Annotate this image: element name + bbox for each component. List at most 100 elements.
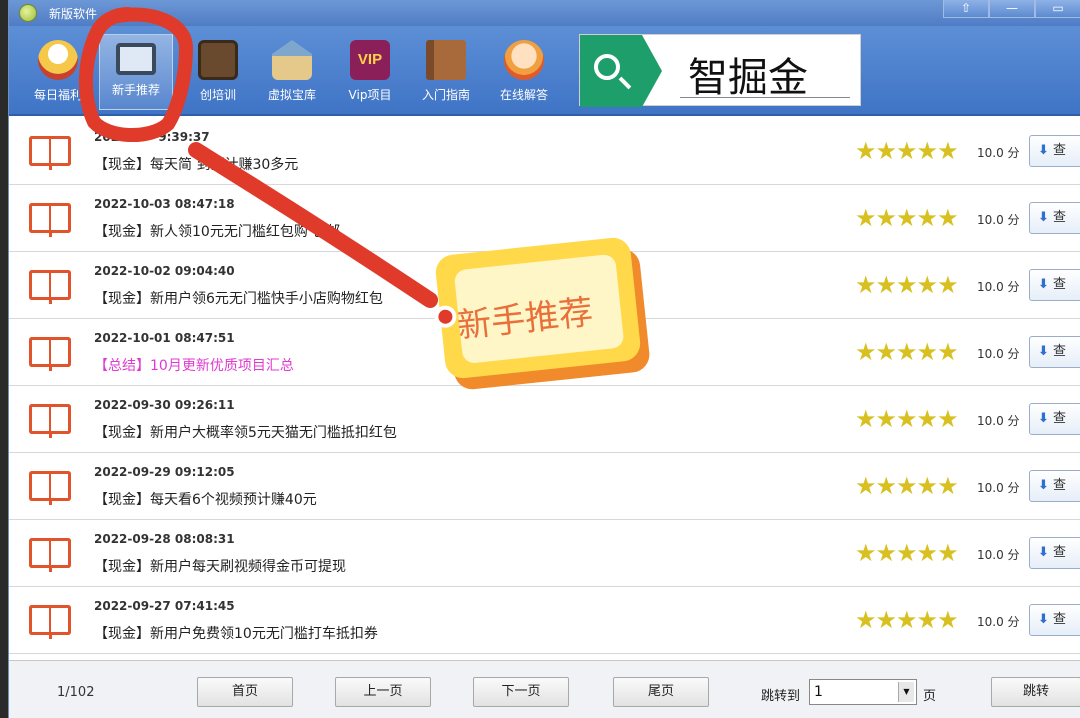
open-book-icon xyxy=(29,270,73,304)
tool-label: 创培训 xyxy=(199,88,236,102)
jump-label: 跳转到 xyxy=(761,689,801,704)
item-date: 2022-09-27 07:41:45 xyxy=(94,599,235,613)
tool-vip-projects[interactable]: VIP Vip项目 xyxy=(333,34,407,110)
rating-stars: ★★★★★ xyxy=(855,271,959,299)
project-list: 2022-10- 9:39:37 【现金】每天简 到预计赚30多元 ★★★★★ … xyxy=(9,118,1080,656)
rating-stars: ★★★★★ xyxy=(855,472,959,500)
search-icon xyxy=(594,54,620,80)
view-button-label: 查 xyxy=(1053,411,1067,426)
jump-button[interactable]: 跳转 xyxy=(991,677,1080,707)
item-title: 【现金】新用户大概率领5元天猫无门槛抵扣红包 xyxy=(94,425,397,441)
view-button[interactable]: ⬇ 查 xyxy=(1029,336,1080,368)
open-book-icon xyxy=(29,538,73,572)
rating-stars: ★★★★★ xyxy=(855,137,959,165)
first-page-button[interactable]: 首页 xyxy=(197,677,293,707)
list-item[interactable]: 2022-10- 9:39:37 【现金】每天简 到预计赚30多元 ★★★★★ … xyxy=(9,118,1080,185)
download-arrow-icon: ⬇ xyxy=(1038,545,1049,560)
minimize-button[interactable]: — xyxy=(989,0,1035,18)
item-date: 2022-10-01 08:47:51 xyxy=(94,331,235,345)
open-book-icon xyxy=(29,404,73,438)
last-page-button[interactable]: 尾页 xyxy=(613,677,709,707)
view-button-label: 查 xyxy=(1053,143,1067,158)
rating-stars: ★★★★★ xyxy=(855,338,959,366)
window-controls: ⇧ — ▭ xyxy=(943,0,1080,18)
pin-button[interactable]: ⇧ xyxy=(943,0,989,18)
warehouse-icon xyxy=(272,40,312,80)
rating-stars: ★★★★★ xyxy=(855,539,959,567)
chevron-down-icon[interactable]: ▼ xyxy=(898,682,914,702)
tool-daily-welfare[interactable]: 每日福利 xyxy=(21,34,95,110)
item-title: 【总结】10月更新优质项目汇总 xyxy=(94,358,294,374)
download-arrow-icon: ⬇ xyxy=(1038,478,1049,493)
monitor-icon xyxy=(116,43,156,75)
tool-getting-started[interactable]: 入门指南 xyxy=(409,34,483,110)
view-button-label: 查 xyxy=(1053,277,1067,292)
view-button-label: 查 xyxy=(1053,210,1067,225)
item-score: 10.0 分 xyxy=(977,548,1020,562)
open-book-icon xyxy=(29,136,73,170)
item-date: 2022-09-29 09:12:05 xyxy=(94,465,235,479)
next-page-button[interactable]: 下一页 xyxy=(473,677,569,707)
item-title: 【现金】每天简 到预计赚30多元 xyxy=(94,157,299,173)
view-button[interactable]: ⬇ 查 xyxy=(1029,604,1080,636)
view-button[interactable]: ⬇ 查 xyxy=(1029,202,1080,234)
view-button[interactable]: ⬇ 查 xyxy=(1029,403,1080,435)
item-score: 10.0 分 xyxy=(977,615,1020,629)
tool-label: 在线解答 xyxy=(499,88,548,102)
view-button-label: 查 xyxy=(1053,478,1067,493)
tool-online-support[interactable]: 在线解答 xyxy=(487,34,561,110)
list-item[interactable]: 2022-09-27 07:41:45 【现金】新用户免费领10元无门槛打车抵扣… xyxy=(9,587,1080,654)
item-date: 2022-09-30 09:26:11 xyxy=(94,398,235,412)
open-book-icon xyxy=(29,337,73,371)
tool-virtual-store[interactable]: 虚拟宝库 xyxy=(255,34,329,110)
open-book-icon xyxy=(29,605,73,639)
view-button[interactable]: ⬇ 查 xyxy=(1029,269,1080,301)
main-toolbar: 每日福利 新手推荐 创培训 虚拟宝库 VIP Vip项目 入门指南 在线解答 智… xyxy=(9,26,1080,116)
item-score: 10.0 分 xyxy=(977,347,1020,361)
tool-label: 每日福利 xyxy=(33,88,82,102)
item-score: 10.0 分 xyxy=(977,146,1020,160)
item-score: 10.0 分 xyxy=(977,481,1020,495)
list-item[interactable]: 2022-09-30 09:26:11 【现金】新用户大概率领5元天猫无门槛抵扣… xyxy=(9,386,1080,453)
download-arrow-icon: ⬇ xyxy=(1038,143,1049,158)
view-button-label: 查 xyxy=(1053,612,1067,627)
item-score: 10.0 分 xyxy=(977,414,1020,428)
divider xyxy=(680,97,850,98)
download-arrow-icon: ⬇ xyxy=(1038,344,1049,359)
view-button-label: 查 xyxy=(1053,545,1067,560)
item-date: 2022-09-28 08:08:31 xyxy=(94,532,235,546)
tool-beginner-recommend[interactable]: 新手推荐 xyxy=(99,34,173,110)
view-button-label: 查 xyxy=(1053,344,1067,359)
item-title: 【现金】新用户每天刷视频得金币可提现 xyxy=(94,559,346,575)
search-badge: 智掘金 xyxy=(579,34,861,107)
tool-label: 虚拟宝库 xyxy=(267,88,316,102)
view-button[interactable]: ⬇ 查 xyxy=(1029,470,1080,502)
page-select[interactable]: 1 ▼ xyxy=(809,679,917,705)
download-arrow-icon: ⬇ xyxy=(1038,411,1049,426)
item-date: 2022-10-02 09:04:40 xyxy=(94,264,235,278)
tool-label: 新手推荐 xyxy=(111,83,160,97)
download-arrow-icon: ⬇ xyxy=(1038,210,1049,225)
rating-stars: ★★★★★ xyxy=(855,606,959,634)
download-arrow-icon: ⬇ xyxy=(1038,612,1049,627)
list-item[interactable]: 2022-09-28 08:08:31 【现金】新用户每天刷视频得金币可提现 ★… xyxy=(9,520,1080,587)
item-title: 【现金】新用户免费领10元无门槛打车抵扣券 xyxy=(94,626,378,642)
annotation-tag: 新手推荐 xyxy=(433,236,642,380)
tool-training[interactable]: 创培训 xyxy=(181,34,255,110)
view-button[interactable]: ⬇ 查 xyxy=(1029,135,1080,167)
item-score: 10.0 分 xyxy=(977,213,1020,227)
maximize-button[interactable]: ▭ xyxy=(1035,0,1080,18)
search-badge-bg xyxy=(580,35,642,107)
prev-page-button[interactable]: 上一页 xyxy=(335,677,431,707)
item-score: 10.0 分 xyxy=(977,280,1020,294)
list-item[interactable]: 2022-09-29 09:12:05 【现金】每天看6个视频预计赚40元 ★★… xyxy=(9,453,1080,520)
list-item[interactable]: 2022-10-03 08:47:18 【现金】新人领10元无门槛红包购 包邮 … xyxy=(9,185,1080,252)
rating-stars: ★★★★★ xyxy=(855,204,959,232)
download-arrow-icon: ⬇ xyxy=(1038,277,1049,292)
open-book-icon xyxy=(29,471,73,505)
vip-icon: VIP xyxy=(350,40,390,80)
item-title: 【现金】每天看6个视频预计赚40元 xyxy=(94,492,317,508)
page-indicator: 1/102 xyxy=(57,685,95,700)
view-button[interactable]: ⬇ 查 xyxy=(1029,537,1080,569)
app-logo-icon xyxy=(19,4,37,22)
